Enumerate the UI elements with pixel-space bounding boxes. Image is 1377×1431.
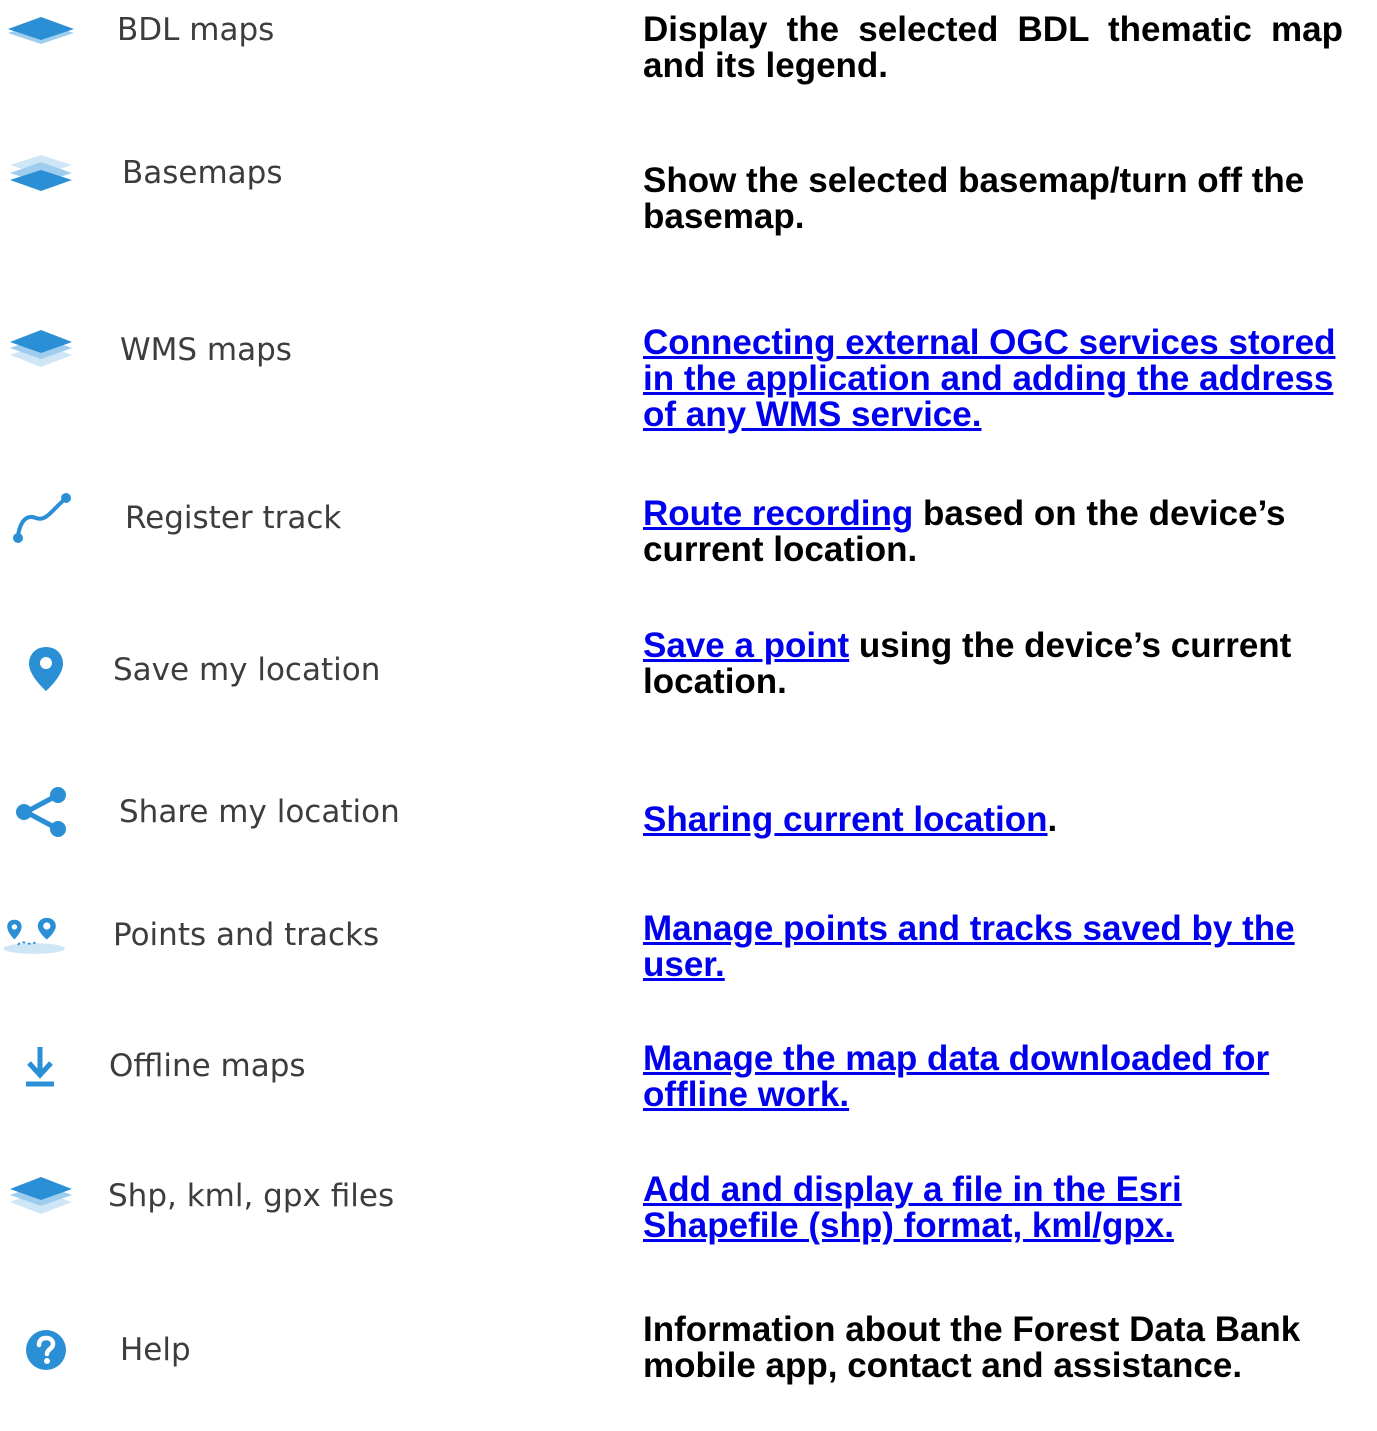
sharing-location-link[interactable]: Sharing current location: [643, 800, 1048, 839]
add-file-link[interactable]: Add and display a file in the Esri Shape…: [643, 1170, 1182, 1245]
help-icon: [10, 1320, 82, 1380]
menu-item-shp-kml-gpx-files[interactable]: Shp, kml, gpx files: [0, 1166, 560, 1226]
description-points-and-tracks: Manage points and tracks saved by the us…: [643, 911, 1343, 983]
menu-label: BDL maps: [117, 12, 275, 48]
download-icon: [4, 1036, 76, 1096]
location-pin-icon: [10, 640, 82, 700]
route-recording-link[interactable]: Route recording: [643, 494, 913, 533]
menu-label: Shp, kml, gpx files: [108, 1178, 395, 1214]
menu-item-bdl-maps[interactable]: BDL maps: [0, 0, 560, 60]
menu-label: WMS maps: [120, 332, 292, 368]
description-wms-maps: Connecting external OGC services stored …: [643, 325, 1343, 433]
description-bdl-maps: Display the selected BDL thematic map an…: [643, 12, 1343, 84]
menu-label: Help: [120, 1332, 191, 1368]
menu-item-save-my-location[interactable]: Save my location: [0, 640, 560, 700]
description-text: Display the selected BDL thematic map an…: [643, 10, 1343, 85]
menu-label: Register track: [125, 500, 342, 536]
menu-item-points-and-tracks[interactable]: Points and tracks: [0, 905, 560, 965]
layers-icon: [5, 0, 77, 60]
share-icon: [6, 782, 78, 842]
description-help: Information about the Forest Data Bank m…: [643, 1312, 1333, 1384]
menu-item-offline-maps[interactable]: Offline maps: [0, 1036, 560, 1096]
basemap-layers-icon: [5, 143, 77, 203]
description-share-my-location: Sharing current location.: [643, 802, 1343, 838]
description-basemaps: Show the selected basemap/turn off the b…: [643, 163, 1343, 235]
menu-label: Basemaps: [122, 155, 283, 191]
menu-item-wms-maps[interactable]: WMS maps: [0, 320, 560, 380]
menu-label: Save my location: [113, 652, 381, 688]
description-save-my-location: Save a point using the device’s current …: [643, 628, 1343, 700]
wms-layers-icon: [5, 320, 77, 380]
description-text: Show the selected basemap/turn off the b…: [643, 161, 1305, 236]
menu-item-share-my-location[interactable]: Share my location: [0, 782, 560, 842]
track-icon: [5, 488, 77, 548]
menu-item-basemaps[interactable]: Basemaps: [0, 143, 560, 203]
wms-description-link[interactable]: Connecting external OGC services stored …: [643, 323, 1335, 434]
description-register-track: Route recording based on the device’s cu…: [643, 496, 1343, 568]
menu-label: Points and tracks: [113, 917, 380, 953]
menu-label: Share my location: [119, 794, 400, 830]
menu-item-register-track[interactable]: Register track: [0, 488, 560, 548]
manage-points-link[interactable]: Manage points and tracks saved by the us…: [643, 909, 1295, 984]
description-text: .: [1047, 800, 1058, 839]
description-offline-maps: Manage the map data downloaded for offli…: [643, 1041, 1343, 1113]
file-layers-icon: [5, 1166, 77, 1226]
menu-item-help[interactable]: Help: [0, 1320, 560, 1380]
menu-label: Offline maps: [109, 1048, 306, 1084]
points-tracks-icon: [0, 905, 72, 965]
manage-map-data-link[interactable]: Manage the map data downloaded for offli…: [643, 1039, 1269, 1114]
description-shp-kml-gpx-files: Add and display a file in the Esri Shape…: [643, 1172, 1343, 1244]
save-point-link[interactable]: Save a point: [643, 626, 849, 665]
description-text: Information about the Forest Data Bank m…: [643, 1310, 1301, 1385]
